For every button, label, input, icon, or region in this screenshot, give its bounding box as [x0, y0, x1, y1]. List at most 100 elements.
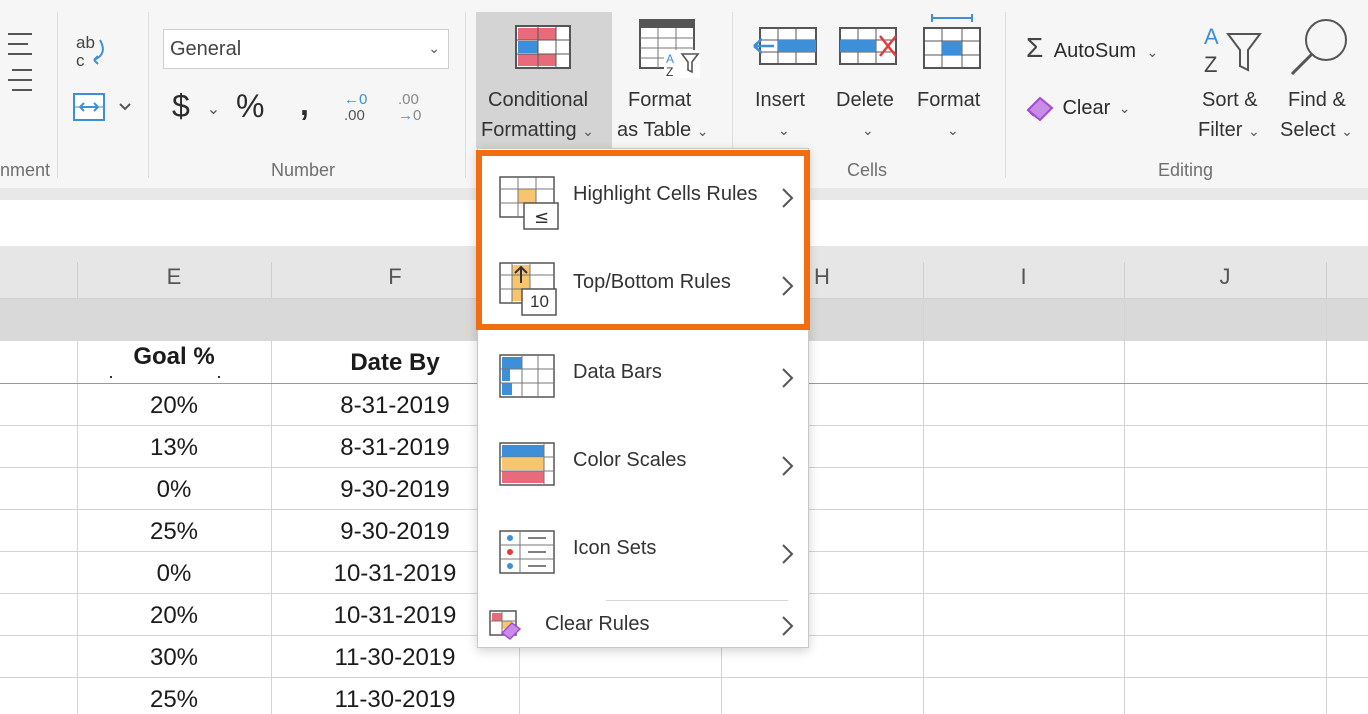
chevron-down-icon: ⌄ — [778, 122, 790, 138]
cell-border — [1124, 299, 1125, 714]
number-format-select[interactable]: General ⌄ — [163, 29, 449, 69]
insert-button[interactable]: Insert ⌄ — [748, 12, 820, 142]
svg-text:Z: Z — [666, 65, 673, 79]
goal-cell[interactable]: 25% — [77, 686, 271, 714]
clear-button[interactable]: Clear ⌄ — [1024, 92, 1130, 124]
date-cell[interactable]: 11-30-2019 — [271, 686, 519, 714]
increase-decimal-button[interactable]: ←0 .00 — [344, 92, 367, 124]
dotted-underline — [110, 376, 112, 378]
column-divider — [1124, 262, 1125, 298]
decrease-decimal-icon-bottom: →0 — [398, 107, 422, 124]
format-as-table-label-2: as Table ⌄ — [617, 119, 709, 141]
delete-label: Delete — [836, 89, 894, 111]
delete-button[interactable]: Delete ⌄ — [834, 12, 904, 142]
format-cells-button[interactable]: Format ⌄ — [914, 12, 990, 142]
clear-rules-icon — [488, 609, 524, 646]
column-divider — [77, 262, 78, 298]
number-format-value: General — [170, 38, 242, 60]
goal-cell[interactable]: 30% — [77, 644, 271, 672]
menu-item-clear-rules[interactable]: Clear Rules — [478, 601, 808, 645]
goal-cell[interactable]: 20% — [77, 392, 271, 420]
chevron-down-icon: ⌄ — [206, 100, 221, 118]
percent-style-button[interactable]: % — [236, 88, 264, 125]
percent-icon: % — [236, 88, 265, 124]
column-header-j[interactable]: J — [1124, 246, 1326, 298]
decrease-decimal-button[interactable]: .00 →0 — [398, 92, 421, 124]
menu-item-label: Color Scales — [573, 449, 687, 471]
row-border — [0, 677, 1368, 678]
svg-text:c: c — [76, 51, 85, 70]
align-lines-icon[interactable] — [4, 30, 36, 99]
menu-item-label: Clear Rules — [545, 613, 650, 635]
chevron-down-icon: ⌄ — [947, 122, 959, 138]
svg-text:A: A — [666, 52, 674, 66]
conditional-formatting-label-2: Formatting ⌄ — [481, 119, 594, 141]
autosum-button[interactable]: Σ AutoSum ⌄ — [1026, 32, 1158, 64]
eraser-icon — [1026, 96, 1054, 122]
column-divider — [271, 262, 272, 298]
sort-filter-icon: A Z — [1202, 20, 1266, 83]
chevron-right-icon — [780, 543, 794, 570]
svg-text:ab: ab — [76, 33, 95, 52]
merge-center-icon[interactable] — [72, 92, 134, 129]
sigma-icon: Σ — [1026, 32, 1044, 63]
sort-filter-label-1: Sort & — [1202, 89, 1258, 111]
column-header-e[interactable]: E — [77, 246, 271, 298]
menu-item-icon-sets[interactable]: Icon Sets — [478, 507, 808, 593]
editing-group-label: Editing — [1158, 160, 1214, 180]
alignment-group-label: nment — [0, 160, 51, 180]
goal-cell[interactable]: 13% — [77, 434, 271, 462]
date-cell[interactable]: 11-30-2019 — [271, 644, 519, 672]
format-cells-icon — [922, 14, 982, 77]
clear-label: Clear — [1062, 96, 1111, 119]
cells-group-label: Cells — [847, 160, 888, 180]
currency-icon: $ — [172, 88, 190, 124]
goal-cell[interactable]: 0% — [77, 476, 271, 504]
menu-item-color-scales[interactable]: Color Scales — [478, 419, 808, 505]
color-scales-icon — [498, 441, 560, 492]
number-group-label: Number — [271, 160, 336, 180]
sort-filter-button[interactable]: A Z Sort & Filter ⌄ — [1196, 12, 1272, 142]
cell-border — [923, 299, 924, 714]
goal-pct-header[interactable]: Goal % — [77, 343, 271, 371]
goal-cell[interactable]: 20% — [77, 602, 271, 630]
comma-style-button[interactable]: , — [300, 86, 309, 123]
insert-cells-icon — [752, 24, 818, 75]
wrap-text-icon[interactable]: ab c — [74, 32, 110, 77]
format-cells-label: Format — [917, 89, 981, 111]
ribbon-separator — [57, 12, 58, 178]
cell-border — [721, 646, 722, 714]
ribbon-separator — [1005, 12, 1006, 178]
goal-cell[interactable]: 25% — [77, 518, 271, 546]
format-as-table-label-1: Format — [628, 89, 692, 111]
comma-icon: , — [300, 86, 309, 122]
conditional-formatting-icon — [514, 24, 574, 77]
chevron-right-icon — [780, 615, 794, 642]
find-select-button[interactable]: Find & Select ⌄ — [1278, 12, 1362, 142]
column-divider — [923, 262, 924, 298]
column-header-i[interactable]: I — [923, 246, 1124, 298]
conditional-formatting-button[interactable]: Conditional Formatting ⌄ — [476, 12, 612, 148]
icon-sets-icon — [498, 529, 560, 580]
column-header-h[interactable]: H — [810, 246, 834, 298]
format-as-table-button[interactable]: A Z Format as Table ⌄ — [614, 12, 726, 148]
ribbon-separator — [465, 12, 466, 178]
svg-text:Z: Z — [1204, 52, 1217, 77]
goal-cell[interactable]: 0% — [77, 560, 271, 588]
chevron-down-icon: ⌄ — [862, 122, 874, 138]
chevron-right-icon — [780, 367, 794, 394]
sort-filter-label-2: Filter ⌄ — [1198, 119, 1260, 141]
chevron-down-icon: ⌄ — [1146, 44, 1159, 60]
currency-button[interactable]: $ ⌄ — [172, 88, 220, 125]
highlight-annotation-box — [476, 150, 810, 330]
chevron-down-icon: ⌄ — [428, 40, 440, 56]
menu-item-data-bars[interactable]: Data Bars — [478, 331, 808, 417]
column-divider — [1326, 262, 1327, 298]
menu-item-label: Icon Sets — [573, 537, 657, 559]
decrease-decimal-icon-top: .00 — [398, 91, 419, 108]
autosum-label: AutoSum — [1053, 40, 1137, 62]
svg-text:A: A — [1204, 24, 1219, 49]
data-bars-icon — [498, 353, 560, 404]
chevron-right-icon — [780, 455, 794, 482]
insert-label: Insert — [755, 89, 806, 111]
